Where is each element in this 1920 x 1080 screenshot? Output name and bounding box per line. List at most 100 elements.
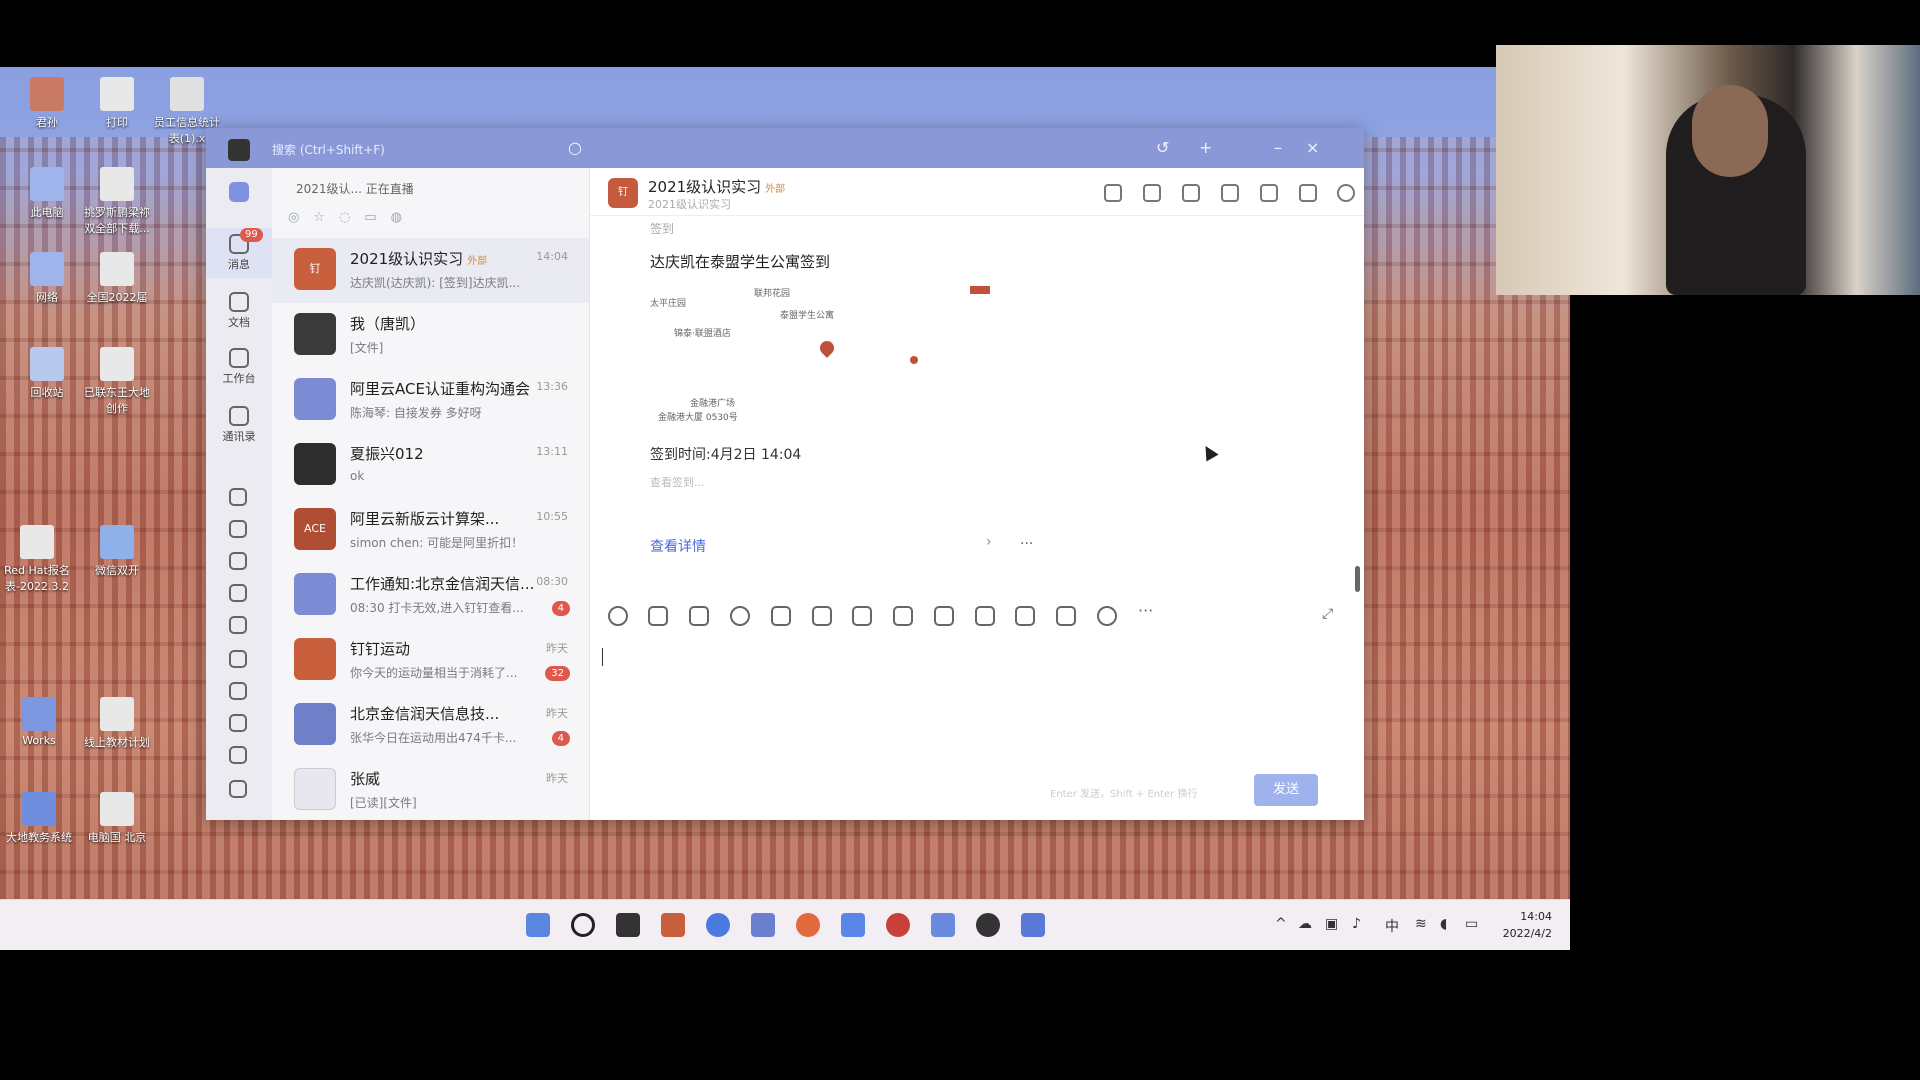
- conversation-item[interactable]: 我（唐凯） [文件]: [272, 303, 589, 368]
- task-icon[interactable]: [1143, 184, 1161, 202]
- nav-messages[interactable]: 消息 99: [206, 228, 272, 278]
- group-avatar[interactable]: 钉: [608, 178, 638, 208]
- more-options-button[interactable]: ...: [1020, 532, 1033, 548]
- checkbox-icon[interactable]: [893, 606, 913, 626]
- desktop-icon-download[interactable]: 挑罗斯鹏梁祢双全部下载...: [80, 167, 154, 236]
- view-details-link[interactable]: 查看详情: [650, 536, 706, 556]
- mention-icon[interactable]: [730, 606, 750, 626]
- send-button[interactable]: 发送: [1254, 774, 1318, 806]
- conversation-item[interactable]: 夏振兴012 ok 13:11: [272, 433, 589, 498]
- user-avatar[interactable]: [228, 139, 250, 161]
- wechat-icon[interactable]: [976, 913, 1000, 937]
- desktop-icon-excel-bj[interactable]: 电脑国 北京: [80, 792, 154, 845]
- start-icon[interactable]: [526, 913, 550, 937]
- folder-icon[interactable]: [1221, 184, 1239, 202]
- desktop-icon-redhat[interactable]: Red Hat报名表-2022.3.2: [0, 525, 74, 594]
- video-meeting-icon[interactable]: [1104, 184, 1122, 202]
- battery-icon[interactable]: ▭: [1465, 916, 1478, 932]
- edge-icon[interactable]: [706, 913, 730, 937]
- dingtalk-icon[interactable]: [841, 913, 865, 937]
- checkin-map[interactable]: 太平庄园 联邦花园 泰盟学生公寓 锦泰·联盟酒店 金融港广场 金融港大厦 053…: [650, 286, 990, 436]
- file-explorer-icon[interactable]: [661, 913, 685, 937]
- close-icon[interactable]: ×: [1306, 138, 1319, 157]
- desktop-icon-edu-system[interactable]: 大地教务系统: [2, 792, 76, 845]
- more-icon[interactable]: [229, 780, 247, 798]
- mic-icon[interactable]: ♪: [1352, 916, 1361, 932]
- doc-insert-icon[interactable]: [852, 606, 872, 626]
- minimize-icon[interactable]: –: [1274, 138, 1282, 157]
- network-tray-icon[interactable]: ▣: [1325, 916, 1338, 932]
- nav-org-logo[interactable]: [206, 182, 272, 204]
- message-input[interactable]: [602, 638, 1352, 748]
- store-icon[interactable]: [751, 913, 775, 937]
- image-icon[interactable]: [771, 606, 791, 626]
- ding-icon[interactable]: [229, 616, 247, 634]
- task-view-icon[interactable]: [616, 913, 640, 937]
- desktop-icon-wechat-dual[interactable]: 微信双开: [80, 525, 154, 578]
- desktop-icon-this-pc[interactable]: 此电脑: [10, 167, 84, 220]
- settings-icon[interactable]: [1337, 184, 1355, 202]
- mail-icon[interactable]: [229, 682, 247, 700]
- volume-icon[interactable]: ◖: [1440, 916, 1447, 932]
- browser-icon[interactable]: [796, 913, 820, 937]
- nav-contacts[interactable]: 通讯录: [206, 406, 272, 444]
- more-tools-icon[interactable]: ···: [1138, 603, 1158, 626]
- screen-share-icon[interactable]: [1056, 606, 1076, 626]
- global-search[interactable]: 搜索 (Ctrl+Shift+F): [272, 141, 385, 158]
- notepad-icon[interactable]: [931, 913, 955, 937]
- emoji-icon[interactable]: [608, 606, 628, 626]
- list-filters[interactable]: ◎☆◌▭◍: [288, 210, 416, 225]
- powerpoint-icon[interactable]: [886, 913, 910, 937]
- plus-icon[interactable]: +: [1199, 138, 1212, 157]
- desktop-icon-print[interactable]: 打印: [80, 77, 154, 130]
- desktop-icon-network[interactable]: 网络: [10, 252, 84, 305]
- desktop-icon-jun[interactable]: 君孙: [10, 77, 84, 130]
- cloud-icon[interactable]: [229, 520, 247, 538]
- desktop-icon-recycle-bin[interactable]: 回收站: [10, 347, 84, 400]
- multiwindow-icon[interactable]: [1021, 913, 1045, 937]
- onedrive-icon[interactable]: ☁: [1298, 916, 1312, 932]
- history-icon[interactable]: ↺: [1156, 138, 1169, 157]
- live-icon[interactable]: [1015, 606, 1035, 626]
- clock[interactable]: 14:04 2022/4/2: [1503, 908, 1552, 942]
- upload-icon[interactable]: [812, 606, 832, 626]
- phone-icon[interactable]: [229, 488, 247, 506]
- speaker-icon[interactable]: [1182, 184, 1200, 202]
- desktop-icon-excel-2022[interactable]: 全国2022届: [80, 252, 154, 305]
- call-icon[interactable]: [975, 606, 995, 626]
- ime-indicator[interactable]: 中: [1385, 916, 1399, 936]
- conversation-item[interactable]: 钉 2021级认识实习 外部 达庆凯(达庆凯): [签到]达庆凯... 14:04: [272, 238, 589, 303]
- chat-scrollbar[interactable]: [1355, 566, 1360, 592]
- red-packet-icon[interactable]: [1097, 606, 1117, 626]
- nav-docs[interactable]: 文档: [206, 292, 272, 330]
- meeting-icon[interactable]: [229, 714, 247, 732]
- expand-icon[interactable]: ⤢: [1322, 606, 1342, 626]
- chat-title[interactable]: 2021级认识实习 外部: [648, 176, 785, 197]
- add-member-icon[interactable]: [1260, 184, 1278, 202]
- lightning-icon[interactable]: [934, 606, 954, 626]
- nav-workbench[interactable]: 工作台: [206, 348, 272, 386]
- conversation-item[interactable]: 工作通知:北京金信润天信... 08:30 打卡无效,进入钉钉查看... 08:…: [272, 563, 589, 628]
- search-icon[interactable]: [571, 913, 595, 937]
- conversation-name: 北京金信润天信息技...: [350, 705, 500, 723]
- live-status[interactable]: 2021级认... 正在直播: [296, 180, 414, 197]
- scissors-icon[interactable]: [689, 606, 709, 626]
- desktop-icon-excel-plan[interactable]: 已联东王大地创作: [80, 347, 154, 416]
- chevron-right-icon[interactable]: ›: [986, 534, 992, 550]
- thumbs-up-icon[interactable]: [648, 606, 668, 626]
- todo-icon[interactable]: [229, 584, 247, 602]
- box-icon[interactable]: [229, 746, 247, 764]
- cube-icon[interactable]: [229, 650, 247, 668]
- tray-expand-icon[interactable]: ^: [1275, 916, 1287, 932]
- conversation-item[interactable]: 北京金信润天信息技... 张华今日在运动用出474千卡... 昨天 4: [272, 693, 589, 758]
- desktop-icon-plan[interactable]: 线上教材计划: [80, 697, 154, 750]
- calendar-icon[interactable]: [229, 552, 247, 570]
- conversation-item[interactable]: 张威 [已读][文件] 昨天: [272, 758, 589, 820]
- conversation-item[interactable]: 钉钉运动 你今天的运动量相当于消耗了... 昨天 32: [272, 628, 589, 693]
- search-icon[interactable]: ○: [568, 138, 582, 157]
- search-history-icon[interactable]: [1299, 184, 1317, 202]
- conversation-item[interactable]: ACE 阿里云新版云计算架... simon chen: 可能是阿里折扣！ 10…: [272, 498, 589, 563]
- wifi-icon[interactable]: ≋: [1415, 916, 1427, 932]
- desktop-icon-works[interactable]: Works: [2, 697, 76, 747]
- conversation-item[interactable]: 阿里云ACE认证重构沟通会 陈海琴: 自接发券 多好呀 13:36: [272, 368, 589, 433]
